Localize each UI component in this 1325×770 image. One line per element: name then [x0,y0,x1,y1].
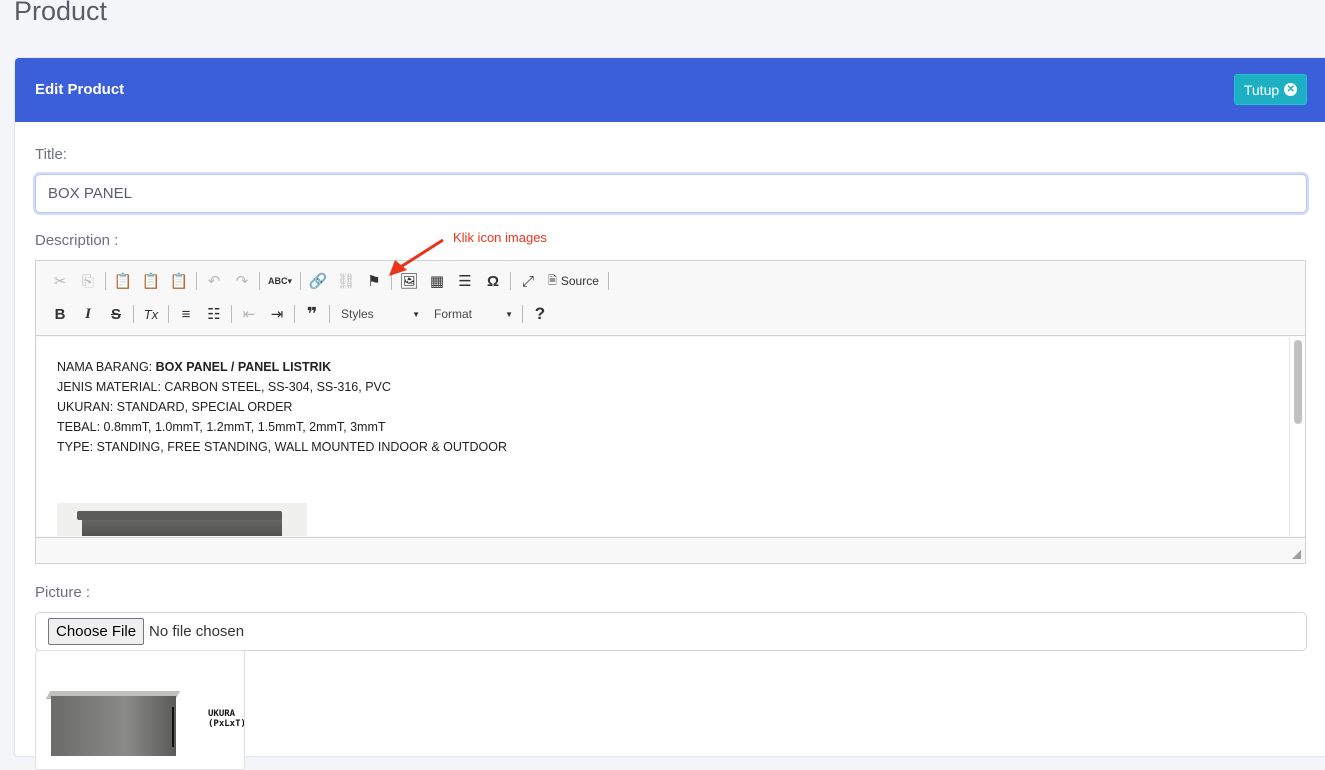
toolbar-separator [196,272,197,290]
toolbar-separator [168,305,169,323]
paste-text-icon[interactable]: 📋 [137,269,165,293]
toolbar-separator [133,305,134,323]
editor-text: NAMA BARANG: BOX PANEL / PANEL LISTRIK JE… [57,357,507,457]
help-icon[interactable]: ? [526,302,554,326]
editor-line: JENIS MATERIAL: CARBON STEEL, SS-304, SS… [57,380,391,394]
toolbar-separator [231,305,232,323]
bulleted-list-icon[interactable]: ☷ [200,302,228,326]
resize-grip-icon[interactable] [1292,550,1301,559]
strike-icon[interactable]: S [102,302,130,326]
editor-content-area[interactable]: NAMA BARANG: BOX PANEL / PANEL LISTRIK JE… [37,337,1291,536]
title-label: Title: [35,146,67,163]
anchor-flag-icon[interactable]: ⚑ [360,269,388,293]
toolbar-separator [294,305,295,323]
toolbar-row-2: B I S Tx ≡ ☷ ⇤ ⇥ ❞ Styles ▼ Format ▼? [46,300,554,328]
rich-text-editor: ✂ ⎘ 📋 📋 📋 ↶ ↷ ABC▾ 🔗 ⛓ ⚑ 🖼 ▦ ☰ Ω ⤢ 🗎 Source B I S Tx ≡ ☷ ⇤ ⇥ ❞ Sty… [35,260,1306,564]
file-status: No file chosen [149,623,245,640]
toolbar-separator [329,305,330,323]
annotation-arrow-icon [389,238,444,276]
toolbar-separator [510,272,511,290]
editor-line: NAMA BARANG: BOX PANEL / PANEL LISTRIK [57,360,332,374]
spellcheck-icon[interactable]: ABC▾ [263,269,297,293]
file-input[interactable]: Choose File No file chosen [35,612,1307,651]
paste-word-icon[interactable]: 📋 [165,269,193,293]
editor-status-bar [36,537,1305,563]
editor-scrollbar[interactable] [1289,337,1305,536]
paste-icon[interactable]: 📋 [109,269,137,293]
cut-icon[interactable]: ✂ [46,269,74,293]
embedded-product-image [57,503,307,536]
close-button[interactable]: Tutup ✕ [1234,74,1307,105]
toolbar-row-1: ✂ ⎘ 📋 📋 📋 ↶ ↷ ABC▾ 🔗 ⛓ ⚑ 🖼 ▦ ☰ Ω ⤢ 🗎 Source [46,267,612,295]
choose-file-button[interactable]: Choose File [48,618,145,645]
source-doc-icon: 🗎 [548,274,557,287]
toolbar-separator [105,272,106,290]
picture-label: Picture : [35,584,91,601]
styles-dropdown-label: Styles [341,307,374,321]
preview-spec-text: UKURA (PxLxT) [208,709,245,729]
page-title: Product [14,0,108,26]
format-dropdown-label: Format [434,307,473,321]
copy-icon[interactable]: ⎘ [74,269,102,293]
special-char-icon[interactable]: Ω [479,269,507,293]
italic-icon[interactable]: I [74,302,102,326]
annotation-text: Klik icon images [453,230,547,245]
card-header: Edit Product Tutup ✕ [15,58,1325,122]
close-button-label: Tutup [1243,81,1280,98]
remove-format-icon[interactable]: Tx [137,302,165,326]
toolbar-separator [300,272,301,290]
card-header-title: Edit Product [35,81,125,98]
cabinet-image [51,696,176,756]
picture-preview: UKURA (PxLxT) [35,650,245,770]
redo-icon[interactable]: ↷ [228,269,256,293]
editor-line: TYPE: STANDING, FREE STANDING, WALL MOUN… [57,440,508,454]
unlink-icon[interactable]: ⛓ [332,269,360,293]
editor-line: UKURAN: STANDARD, SPECIAL ORDER [57,400,293,414]
horizontal-line-icon[interactable]: ☰ [451,269,479,293]
format-dropdown[interactable]: Format ▼ [426,302,519,326]
toolbar-separator [259,272,260,290]
maximize-icon[interactable]: ⤢ [514,269,542,293]
title-input[interactable] [35,174,1307,213]
dropdown-arrow-icon: ▼ [412,309,420,319]
undo-icon[interactable]: ↶ [200,269,228,293]
link-icon[interactable]: 🔗 [304,269,332,293]
toolbar-separator [607,272,609,290]
source-label: Source [560,274,599,288]
scrollbar-thumb[interactable] [1294,340,1302,424]
editor-line: TEBAL: 0.8mmT, 1.0mmT, 1.2mmT, 1.5mmT, 2… [57,420,386,434]
close-circle-icon: ✕ [1284,83,1298,96]
blockquote-icon[interactable]: ❞ [298,302,326,326]
dropdown-arrow-icon: ▼ [505,309,513,319]
editor-toolbar: ✂ ⎘ 📋 📋 📋 ↶ ↷ ABC▾ 🔗 ⛓ ⚑ 🖼 ▦ ☰ Ω ⤢ 🗎 Source B I S Tx ≡ ☷ ⇤ ⇥ ❞ Sty… [36,261,1305,336]
styles-dropdown[interactable]: Styles ▼ [333,302,426,326]
toolbar-separator [522,305,523,323]
description-label: Description : [35,232,119,249]
numbered-list-icon[interactable]: ≡ [172,302,200,326]
edit-product-card: Edit Product Tutup ✕ Title: Description … [14,57,1325,770]
indent-icon[interactable]: ⇥ [263,302,291,326]
source-button[interactable]: 🗎 Source [542,269,605,293]
outdent-icon[interactable]: ⇤ [235,302,263,326]
bold-icon[interactable]: B [46,302,74,326]
